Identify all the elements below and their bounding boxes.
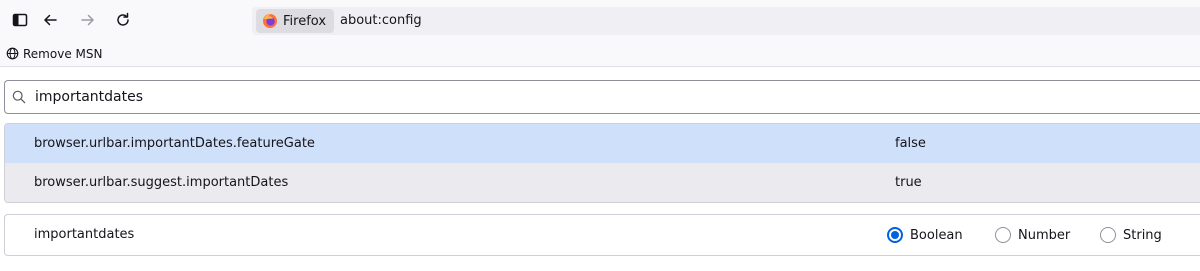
type-radio-boolean[interactable]: Boolean [887,227,963,243]
globe-icon [6,47,19,60]
pref-value[interactable]: true [895,163,922,202]
new-pref-name: importantdates [34,227,135,242]
radio-button[interactable] [887,227,903,243]
identity-box[interactable]: Firefox [256,9,334,33]
prefs-table: browser.urlbar.importantDates.featureGat… [4,123,1200,203]
reload-icon[interactable] [109,6,137,34]
about-config-search-input[interactable]: importantdates [4,80,1200,114]
search-icon [12,90,26,104]
type-radio-string[interactable]: String [1100,227,1162,243]
pref-name: browser.urlbar.suggest.importantDates [34,175,289,190]
radio-label: Number [1018,227,1071,243]
url-bar[interactable]: Firefox about:config [252,7,1200,35]
search-value[interactable]: importantdates [35,81,143,113]
forward-arrow-icon[interactable] [74,6,102,34]
bookmark-label: Remove MSN [23,46,103,61]
pref-value[interactable]: false [895,124,926,163]
back-arrow-icon[interactable] [36,6,64,34]
sidebar-icon[interactable] [6,6,34,34]
table-row[interactable]: browser.urlbar.suggest.importantDates tr… [5,163,1200,202]
table-row[interactable]: browser.urlbar.importantDates.featureGat… [5,124,1200,163]
radio-button[interactable] [1100,227,1116,243]
type-radio-number[interactable]: Number [995,227,1070,243]
radio-label: String [1123,227,1162,243]
radio-button[interactable] [995,227,1011,243]
add-pref-row: importantdates Boolean Number String [4,214,1200,256]
firefox-logo-icon [263,14,277,28]
radio-label: Boolean [910,227,963,243]
identity-label: Firefox [283,13,327,29]
bookmarks-toolbar: Remove MSN [0,40,1200,67]
bookmark-remove-msn[interactable]: Remove MSN [6,44,102,63]
navigation-toolbar: Firefox about:config [0,0,1200,40]
pref-name: browser.urlbar.importantDates.featureGat… [34,136,315,151]
url-text[interactable]: about:config [340,7,422,35]
